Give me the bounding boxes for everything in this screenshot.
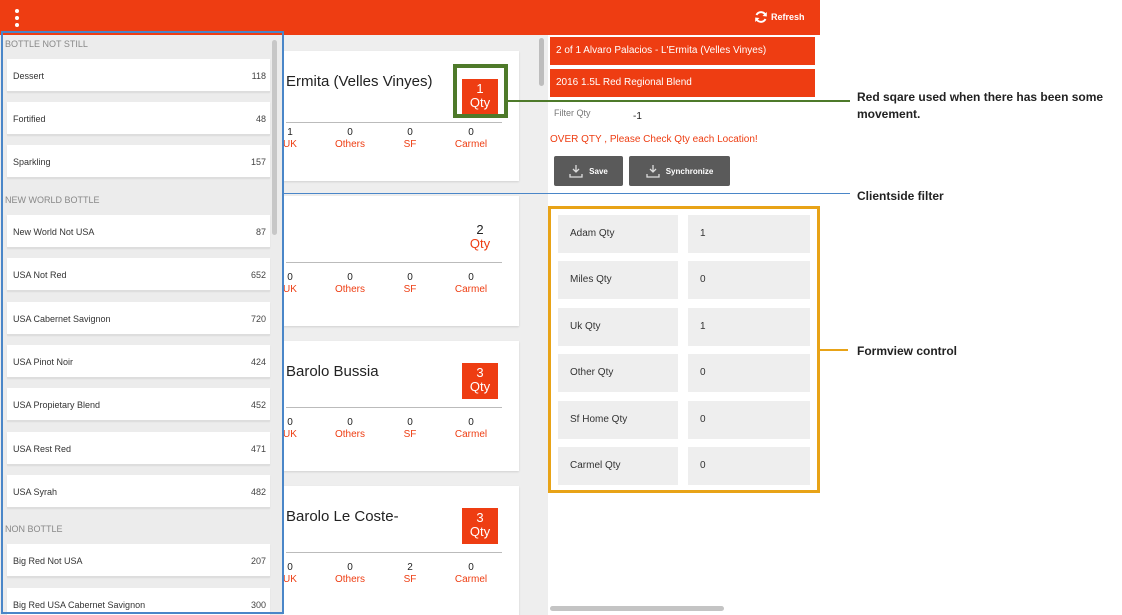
top-bar: Refresh bbox=[0, 0, 820, 35]
refresh-label: Refresh bbox=[771, 12, 805, 22]
product-card[interactable]: 2 Qty 0 UK 0 Others 0 SF 0 Carmel bbox=[283, 196, 519, 326]
filter-qty-label: Filter Qty bbox=[554, 108, 591, 118]
location-value: 0 bbox=[407, 417, 413, 428]
location-value: 0 bbox=[347, 417, 353, 428]
location-label: UK bbox=[283, 139, 297, 150]
location-others: 0 Others bbox=[325, 562, 375, 585]
product-list-scrollbar[interactable] bbox=[539, 38, 544, 86]
location-value: 0 bbox=[407, 127, 413, 138]
location-carmel: 0 Carmel bbox=[446, 417, 496, 440]
location-uk: 0 UK bbox=[283, 562, 315, 585]
over-qty-warning: OVER QTY , Please Check Qty each Locatio… bbox=[550, 134, 758, 145]
location-sf: 0 SF bbox=[385, 127, 435, 150]
location-uk: 0 UK bbox=[283, 417, 315, 440]
location-value: 0 bbox=[347, 562, 353, 573]
location-label: Carmel bbox=[454, 139, 488, 150]
location-value: 2 bbox=[407, 562, 413, 573]
location-label: Carmel bbox=[454, 429, 488, 440]
synchronize-label: Synchronize bbox=[665, 166, 714, 176]
red-square-highlight bbox=[453, 64, 508, 118]
annotation-red-square: Red sqare used when there has been some … bbox=[857, 90, 1104, 121]
location-others: 0 Others bbox=[325, 272, 375, 295]
product-card[interactable]: Barolo Bussia 3 Qty 0 UK 0 Others 0 SF 0 Carm… bbox=[283, 341, 519, 471]
location-uk: 0 UK bbox=[283, 272, 315, 295]
location-label: UK bbox=[283, 574, 297, 585]
location-value: 0 bbox=[468, 562, 474, 573]
annotation-formview: Formview control bbox=[857, 344, 958, 358]
product-list: Ermita (Velles Vinyes) 1 Qty 1 UK 0 Others … bbox=[283, 35, 537, 615]
location-value: 0 bbox=[287, 562, 293, 573]
location-label: UK bbox=[283, 429, 297, 440]
qty-label: Qty bbox=[469, 236, 491, 251]
item-header: 2 of 1 Alvaro Palacios - L'Ermita (Velle… bbox=[550, 37, 815, 65]
location-sf: 0 SF bbox=[385, 417, 435, 440]
download-icon bbox=[569, 165, 583, 178]
qty-label: Qty bbox=[469, 524, 491, 539]
refresh-icon bbox=[755, 11, 767, 23]
location-label: Carmel bbox=[454, 574, 488, 585]
save-label: Save bbox=[589, 166, 608, 176]
product-title: Ermita (Velles Vinyes) bbox=[286, 73, 433, 90]
location-others: 0 Others bbox=[325, 417, 375, 440]
location-uk: 1 UK bbox=[283, 127, 315, 150]
location-value: 0 bbox=[347, 127, 353, 138]
location-label: SF bbox=[403, 429, 417, 440]
qty-value: 2 bbox=[476, 222, 484, 237]
synchronize-button[interactable]: Synchronize bbox=[629, 156, 730, 186]
location-sf: 2 SF bbox=[385, 562, 435, 585]
card-divider bbox=[286, 552, 502, 553]
location-value: 0 bbox=[287, 417, 293, 428]
screenshot-stage: Refresh BOTTLE NOT STILL Dessert 118 Fort… bbox=[0, 0, 1122, 615]
location-label: UK bbox=[283, 284, 297, 295]
location-value: 0 bbox=[468, 127, 474, 138]
save-button[interactable]: Save bbox=[554, 156, 623, 186]
qty-badge: 3 Qty bbox=[462, 363, 498, 399]
download-icon bbox=[646, 165, 660, 178]
qty-value: 3 bbox=[476, 365, 484, 380]
card-divider bbox=[286, 407, 502, 408]
location-label: Others bbox=[334, 139, 365, 150]
formview-pointer bbox=[820, 349, 848, 351]
clientside-filter-highlight bbox=[1, 31, 284, 614]
location-value: 0 bbox=[468, 417, 474, 428]
qty-badge: 3 Qty bbox=[462, 508, 498, 544]
detail-horizontal-scrollbar[interactable] bbox=[550, 606, 724, 611]
location-others: 0 Others bbox=[325, 127, 375, 150]
location-label: Carmel bbox=[454, 284, 488, 295]
location-value: 0 bbox=[468, 272, 474, 283]
location-value: 0 bbox=[287, 272, 293, 283]
location-value: 0 bbox=[407, 272, 413, 283]
location-carmel: 0 Carmel bbox=[446, 272, 496, 295]
product-title: Barolo Le Coste- bbox=[286, 508, 399, 525]
location-label: Others bbox=[334, 429, 365, 440]
item-subheader: 2016 1.5L Red Regional Blend bbox=[550, 69, 815, 97]
filter-qty-value[interactable]: -1 bbox=[633, 111, 642, 122]
menu-icon[interactable] bbox=[13, 9, 21, 27]
location-label: SF bbox=[403, 139, 417, 150]
card-divider bbox=[286, 262, 502, 263]
red-square-pointer bbox=[508, 100, 850, 102]
location-label: Others bbox=[334, 574, 365, 585]
location-value: 1 bbox=[287, 127, 293, 138]
location-carmel: 0 Carmel bbox=[446, 562, 496, 585]
qty-label: Qty bbox=[469, 379, 491, 394]
location-label: SF bbox=[403, 284, 417, 295]
card-divider bbox=[286, 122, 502, 123]
location-value: 0 bbox=[347, 272, 353, 283]
product-card[interactable]: Barolo Le Coste- 3 Qty 0 UK 0 Others 2 SF 0C… bbox=[283, 486, 519, 615]
location-carmel: 0 Carmel bbox=[446, 127, 496, 150]
location-sf: 0 SF bbox=[385, 272, 435, 295]
qty-value: 3 bbox=[476, 510, 484, 525]
annotation-clientside-filter: Clientside filter bbox=[857, 189, 944, 203]
product-title: Barolo Bussia bbox=[286, 363, 379, 380]
location-label: SF bbox=[403, 574, 417, 585]
refresh-button[interactable]: Refresh bbox=[754, 10, 805, 24]
clientside-filter-pointer bbox=[284, 193, 850, 194]
qty-badge: 2 Qty bbox=[462, 220, 498, 256]
formview-highlight bbox=[548, 206, 820, 493]
location-label: Others bbox=[334, 284, 365, 295]
